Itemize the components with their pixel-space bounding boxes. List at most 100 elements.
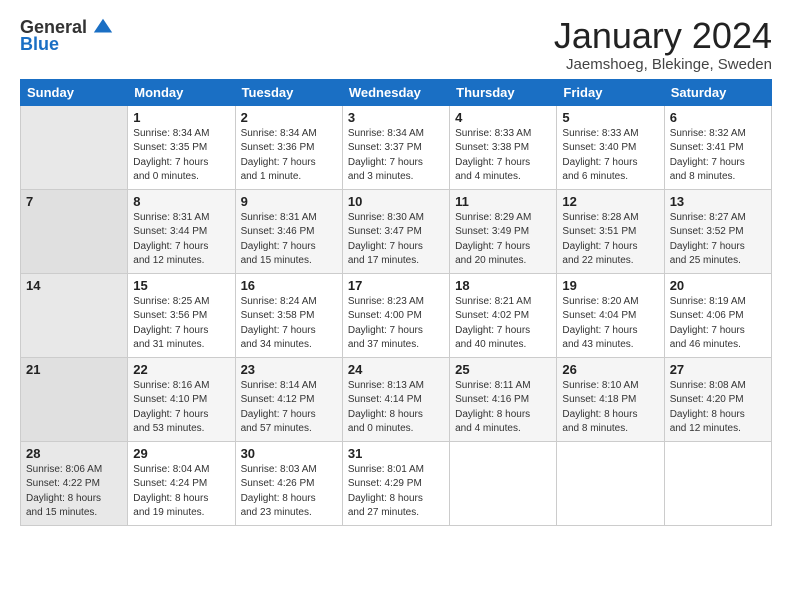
calendar-cell: 23 Sunrise: 8:14 AM Sunset: 4:12 PM Dayli… — [235, 357, 342, 441]
calendar-cell: 6 Sunrise: 8:32 AM Sunset: 3:41 PM Daylig… — [664, 105, 771, 189]
calendar-cell: 11 Sunrise: 8:29 AM Sunset: 3:49 PM Dayli… — [450, 189, 557, 273]
calendar-cell — [664, 441, 771, 525]
table-row: 1Sunrise: 8:34 AM Sunset: 3:35 PM Daylig… — [21, 105, 772, 189]
day-info: Sunrise: 8:04 AM Sunset: 4:24 PM Dayligh… — [133, 464, 209, 519]
day-info: Sunrise: 8:32 AM Sunset: 3:41 PM Dayligh… — [670, 128, 746, 183]
calendar-cell: 24 Sunrise: 8:13 AM Sunset: 4:14 PM Dayli… — [342, 357, 449, 441]
day-number: 3 — [348, 110, 444, 125]
day-info: Sunrise: 8:31 AM Sunset: 3:46 PM Dayligh… — [241, 212, 317, 267]
day-number: 24 — [348, 362, 444, 377]
location: Jaemshoeg, Blekinge, Sweden — [554, 56, 772, 73]
calendar-cell: 4Sunrise: 8:33 AM Sunset: 3:38 PM Daylig… — [450, 105, 557, 189]
day-number: 26 — [562, 362, 658, 377]
day-info: Sunrise: 8:10 AM Sunset: 4:18 PM Dayligh… — [562, 380, 638, 435]
calendar-cell: 18 Sunrise: 8:21 AM Sunset: 4:02 PM Dayli… — [450, 273, 557, 357]
day-info: Sunrise: 8:33 AM Sunset: 3:38 PM Dayligh… — [455, 128, 531, 183]
day-number: 31 — [348, 446, 444, 461]
calendar-cell: 7 — [21, 189, 128, 273]
day-number: 25 — [455, 362, 551, 377]
day-info: Sunrise: 8:21 AM Sunset: 4:02 PM Dayligh… — [455, 296, 531, 351]
day-number: 13 — [670, 194, 766, 209]
header: General Blue January 2024 Jaemshoeg, Ble… — [20, 16, 772, 73]
day-info: Sunrise: 8:06 AM Sunset: 4:22 PM Dayligh… — [26, 464, 102, 519]
day-info: Sunrise: 8:33 AM Sunset: 3:40 PM Dayligh… — [562, 128, 638, 183]
day-number: 10 — [348, 194, 444, 209]
day-info: Sunrise: 8:08 AM Sunset: 4:20 PM Dayligh… — [670, 380, 746, 435]
day-info: Sunrise: 8:23 AM Sunset: 4:00 PM Dayligh… — [348, 296, 424, 351]
calendar-cell: 25 Sunrise: 8:11 AM Sunset: 4:16 PM Dayli… — [450, 357, 557, 441]
calendar-cell: 29 Sunrise: 8:04 AM Sunset: 4:24 PM Dayli… — [128, 441, 235, 525]
day-number: 9 — [241, 194, 337, 209]
day-info: Sunrise: 8:31 AM Sunset: 3:44 PM Dayligh… — [133, 212, 209, 267]
calendar-cell: 12 Sunrise: 8:28 AM Sunset: 3:51 PM Dayli… — [557, 189, 664, 273]
calendar-cell: 20Sunrise: 8:19 AM Sunset: 4:06 PM Dayli… — [664, 273, 771, 357]
calendar-cell: 14 — [21, 273, 128, 357]
day-info: Sunrise: 8:28 AM Sunset: 3:51 PM Dayligh… — [562, 212, 638, 267]
calendar-cell: 1Sunrise: 8:34 AM Sunset: 3:35 PM Daylig… — [128, 105, 235, 189]
day-info: Sunrise: 8:03 AM Sunset: 4:26 PM Dayligh… — [241, 464, 317, 519]
calendar-cell: 15Sunrise: 8:25 AM Sunset: 3:56 PM Dayli… — [128, 273, 235, 357]
calendar-cell: 28Sunrise: 8:06 AM Sunset: 4:22 PM Dayli… — [21, 441, 128, 525]
logo: General Blue — [20, 16, 114, 55]
col-sunday: Sunday — [21, 79, 128, 105]
calendar-cell: 9 Sunrise: 8:31 AM Sunset: 3:46 PM Daylig… — [235, 189, 342, 273]
day-number: 22 — [133, 362, 229, 377]
table-row: 2122Sunrise: 8:16 AM Sunset: 4:10 PM Day… — [21, 357, 772, 441]
col-wednesday: Wednesday — [342, 79, 449, 105]
day-info: Sunrise: 8:20 AM Sunset: 4:04 PM Dayligh… — [562, 296, 638, 351]
day-number: 12 — [562, 194, 658, 209]
day-number: 18 — [455, 278, 551, 293]
calendar-cell: 2 Sunrise: 8:34 AM Sunset: 3:36 PM Daylig… — [235, 105, 342, 189]
col-monday: Monday — [128, 79, 235, 105]
calendar-container: General Blue January 2024 Jaemshoeg, Ble… — [0, 0, 792, 536]
calendar-cell: 16 Sunrise: 8:24 AM Sunset: 3:58 PM Dayli… — [235, 273, 342, 357]
day-info: Sunrise: 8:30 AM Sunset: 3:47 PM Dayligh… — [348, 212, 424, 267]
table-row: 78 Sunrise: 8:31 AM Sunset: 3:44 PM Dayli… — [21, 189, 772, 273]
day-info: Sunrise: 8:13 AM Sunset: 4:14 PM Dayligh… — [348, 380, 424, 435]
day-info: Sunrise: 8:34 AM Sunset: 3:36 PM Dayligh… — [241, 128, 317, 183]
day-info: Sunrise: 8:24 AM Sunset: 3:58 PM Dayligh… — [241, 296, 317, 351]
calendar-cell: 13 Sunrise: 8:27 AM Sunset: 3:52 PM Dayli… — [664, 189, 771, 273]
day-info: Sunrise: 8:11 AM Sunset: 4:16 PM Dayligh… — [455, 380, 530, 435]
day-number: 29 — [133, 446, 229, 461]
day-number: 6 — [670, 110, 766, 125]
day-number: 2 — [241, 110, 337, 125]
logo-blue-text: Blue — [20, 34, 59, 55]
calendar-cell: 19 Sunrise: 8:20 AM Sunset: 4:04 PM Dayli… — [557, 273, 664, 357]
calendar-cell: 22Sunrise: 8:16 AM Sunset: 4:10 PM Dayli… — [128, 357, 235, 441]
day-number: 7 — [26, 194, 122, 209]
day-info: Sunrise: 8:34 AM Sunset: 3:37 PM Dayligh… — [348, 128, 424, 183]
calendar-table: Sunday Monday Tuesday Wednesday Thursday… — [20, 79, 772, 526]
calendar-cell — [21, 105, 128, 189]
day-info: Sunrise: 8:14 AM Sunset: 4:12 PM Dayligh… — [241, 380, 317, 435]
calendar-header-row: Sunday Monday Tuesday Wednesday Thursday… — [21, 79, 772, 105]
day-number: 20 — [670, 278, 766, 293]
calendar-cell: 10 Sunrise: 8:30 AM Sunset: 3:47 PM Dayli… — [342, 189, 449, 273]
day-number: 17 — [348, 278, 444, 293]
day-number: 14 — [26, 278, 122, 293]
day-number: 15 — [133, 278, 229, 293]
calendar-cell: 21 — [21, 357, 128, 441]
day-number: 23 — [241, 362, 337, 377]
day-info: Sunrise: 8:29 AM Sunset: 3:49 PM Dayligh… — [455, 212, 531, 267]
col-thursday: Thursday — [450, 79, 557, 105]
table-row: 28Sunrise: 8:06 AM Sunset: 4:22 PM Dayli… — [21, 441, 772, 525]
day-number: 30 — [241, 446, 337, 461]
day-number: 27 — [670, 362, 766, 377]
calendar-cell: 5 Sunrise: 8:33 AM Sunset: 3:40 PM Daylig… — [557, 105, 664, 189]
month-title: January 2024 — [554, 16, 772, 56]
day-number: 16 — [241, 278, 337, 293]
calendar-cell: 27 Sunrise: 8:08 AM Sunset: 4:20 PM Dayli… — [664, 357, 771, 441]
logo-icon — [92, 16, 114, 38]
day-number: 11 — [455, 194, 551, 209]
table-row: 14 15Sunrise: 8:25 AM Sunset: 3:56 PM Day… — [21, 273, 772, 357]
day-info: Sunrise: 8:27 AM Sunset: 3:52 PM Dayligh… — [670, 212, 746, 267]
calendar-cell: 30 Sunrise: 8:03 AM Sunset: 4:26 PM Dayli… — [235, 441, 342, 525]
day-number: 5 — [562, 110, 658, 125]
calendar-cell: 26 Sunrise: 8:10 AM Sunset: 4:18 PM Dayli… — [557, 357, 664, 441]
day-number: 19 — [562, 278, 658, 293]
calendar-cell: 31Sunrise: 8:01 AM Sunset: 4:29 PM Dayli… — [342, 441, 449, 525]
col-tuesday: Tuesday — [235, 79, 342, 105]
col-friday: Friday — [557, 79, 664, 105]
day-number: 8 — [133, 194, 229, 209]
